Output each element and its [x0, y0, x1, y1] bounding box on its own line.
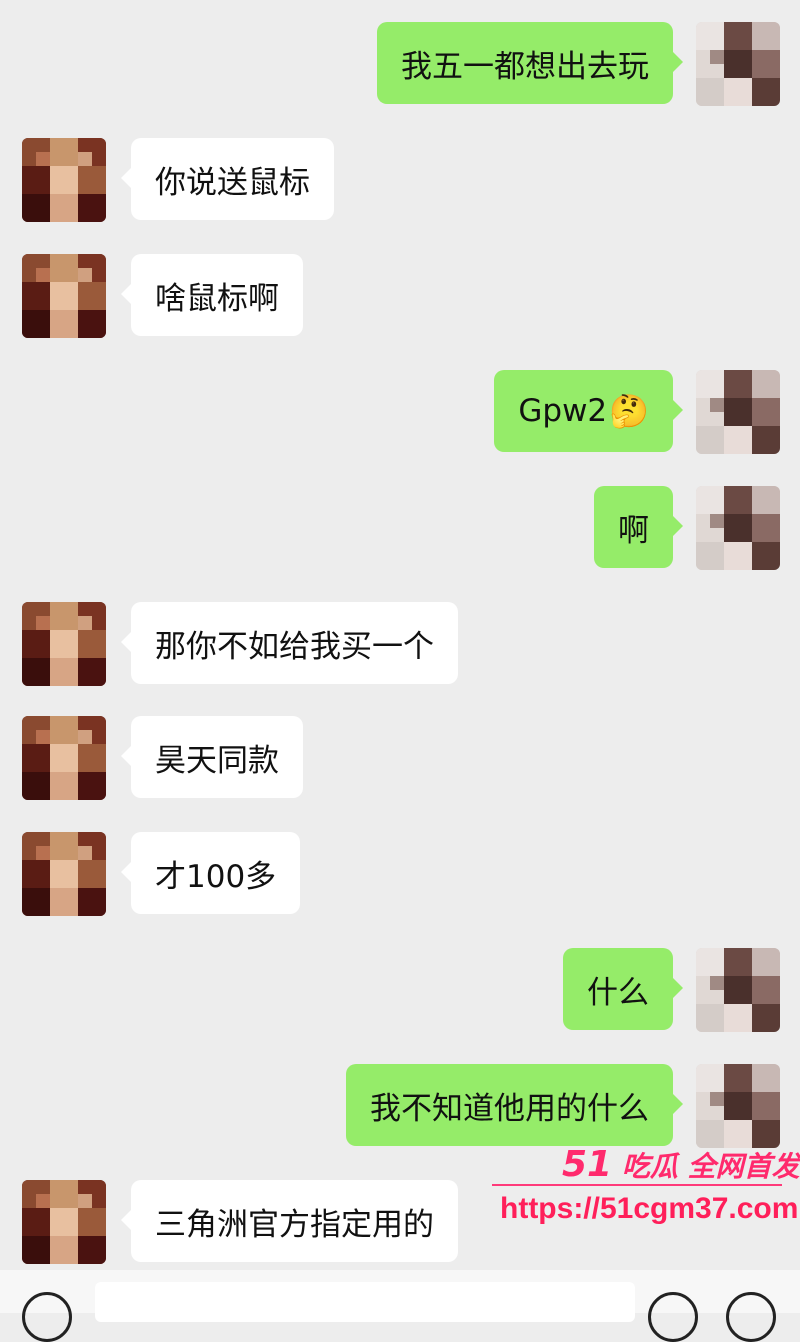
message-text: 三角洲官方指定用的: [155, 1206, 434, 1243]
message-bubble[interactable]: 啊: [594, 486, 683, 568]
watermark-divider: [492, 1184, 782, 1186]
message-bubble[interactable]: 我五一都想出去玩: [377, 22, 683, 104]
message-text: 啥鼠标啊: [155, 280, 279, 317]
thinking-face-icon: 🤔: [609, 392, 649, 430]
avatar[interactable]: [22, 138, 106, 222]
input-bar: [0, 1270, 800, 1342]
message-input[interactable]: [95, 1282, 635, 1322]
message-text: 我不知道他用的什么: [370, 1090, 649, 1127]
message-bubble[interactable]: 昊天同款: [121, 716, 303, 798]
avatar[interactable]: [696, 22, 780, 106]
message-text: 我五一都想出去玩: [401, 48, 649, 85]
watermark: 51 吃瓜 全网首发 https://51cgm37.com: [492, 1136, 800, 1236]
avatar[interactable]: [696, 948, 780, 1032]
watermark-url: https://51cgm37.com: [500, 1192, 799, 1225]
message-text: 昊天同款: [155, 742, 279, 779]
voice-icon[interactable]: [22, 1292, 72, 1342]
avatar[interactable]: [22, 716, 106, 800]
message-bubble[interactable]: 你说送鼠标: [121, 138, 334, 220]
message-text: Gpw2: [518, 393, 608, 429]
message-bubble[interactable]: 什么: [563, 948, 683, 1030]
message-bubble[interactable]: 啥鼠标啊: [121, 254, 303, 336]
watermark-number: 51: [562, 1144, 613, 1185]
avatar[interactable]: [696, 486, 780, 570]
avatar[interactable]: [22, 254, 106, 338]
watermark-text: 吃瓜 全网首发: [621, 1150, 800, 1183]
message-text: 才100多: [155, 858, 277, 895]
avatar[interactable]: [22, 1180, 106, 1264]
message-text: 你说送鼠标: [155, 164, 310, 201]
message-bubble[interactable]: 我不知道他用的什么: [346, 1064, 683, 1146]
emoji-icon[interactable]: [648, 1292, 698, 1342]
avatar[interactable]: [696, 370, 780, 454]
message-bubble[interactable]: 那你不如给我买一个: [121, 602, 458, 684]
avatar[interactable]: [22, 832, 106, 916]
message-text: 啊: [618, 512, 649, 549]
message-bubble[interactable]: 才100多: [120, 832, 301, 914]
avatar[interactable]: [22, 602, 106, 686]
message-text: 什么: [587, 974, 649, 1011]
message-text: 那你不如给我买一个: [155, 628, 434, 665]
message-bubble[interactable]: 三角洲官方指定用的: [121, 1180, 458, 1262]
watermark-title: 51 吃瓜 全网首发: [562, 1144, 800, 1185]
message-bubble[interactable]: Gpw2 🤔: [494, 370, 683, 452]
plus-icon[interactable]: [726, 1292, 776, 1342]
